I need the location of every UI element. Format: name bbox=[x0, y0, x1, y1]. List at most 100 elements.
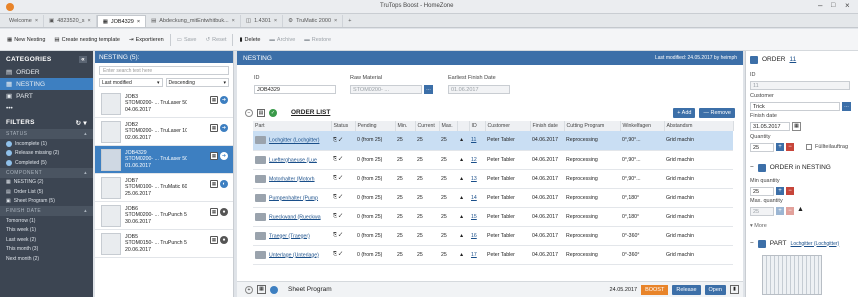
lock-icon[interactable]: ▲ bbox=[457, 150, 469, 170]
filter-incomplete[interactable]: Incomplete (1) bbox=[0, 139, 93, 149]
sidebar-item-nesting[interactable]: ▦ NESTING bbox=[0, 78, 93, 90]
filter-order-list[interactable]: ▤ Order List (5) bbox=[0, 187, 93, 197]
order-number-link[interactable]: 11 bbox=[789, 56, 796, 63]
column-header[interactable]: Status bbox=[331, 121, 356, 131]
order-id-link[interactable]: 11 bbox=[471, 137, 476, 143]
finish-date-section[interactable]: FINISH DATE ▴ bbox=[0, 206, 93, 216]
delete-button[interactable]: ▮ Delete bbox=[236, 33, 263, 47]
archive-button[interactable]: ▬ Archive bbox=[266, 33, 298, 47]
maximize-icon[interactable]: □ bbox=[831, 2, 835, 9]
table-row[interactable]: Motorhalter (Motorh ⎘ ✓ 0 (from 25) 25 25 25 ▲… bbox=[253, 169, 733, 189]
tab-abdeckung[interactable]: ▤ Abdeckung_mitEntwhitbuk... × bbox=[146, 15, 241, 27]
close-icon[interactable]: × bbox=[274, 18, 277, 24]
column-header[interactable]: Max. bbox=[439, 121, 458, 131]
decrement-button[interactable]: − bbox=[786, 143, 794, 151]
expand-icon[interactable]: + bbox=[245, 285, 253, 294]
list-item[interactable]: JOB6STOM0200- ... TruPunch 500030.06.201… bbox=[95, 202, 233, 230]
column-header[interactable]: Part bbox=[253, 121, 332, 131]
remove-button[interactable]: — Remove bbox=[699, 107, 735, 118]
column-header[interactable]: Customer bbox=[485, 121, 531, 131]
part-link[interactable]: Unterlage (Unterlage) bbox=[269, 252, 319, 258]
column-header[interactable]: Current bbox=[415, 121, 440, 131]
list-item[interactable]: JOB4329 STOM0200- ... TruLaser 5030 01.06.… bbox=[95, 146, 233, 174]
add-button[interactable]: + Add bbox=[673, 107, 696, 118]
column-header[interactable] bbox=[457, 121, 470, 131]
order-id-link[interactable]: 14 bbox=[471, 195, 477, 201]
minimize-icon[interactable]: – bbox=[818, 1, 822, 10]
column-header[interactable]: Winkelfagen bbox=[620, 121, 665, 131]
collapse-icon[interactable]: − bbox=[245, 108, 253, 117]
order-id-link[interactable]: 15 bbox=[471, 214, 477, 220]
column-header[interactable]: ID bbox=[469, 121, 486, 131]
finish-date-field[interactable]: 01.06.2017 bbox=[448, 85, 510, 94]
release-button[interactable]: Release bbox=[672, 284, 701, 295]
close-icon[interactable]: × bbox=[845, 1, 850, 10]
create-template-button[interactable]: ▤ Create nesting template bbox=[51, 33, 123, 47]
table-row[interactable]: Rueckwand (Rueckwa ⎘ ✓ 0 (from 25) 25 25 25 ▲ 1… bbox=[253, 207, 733, 227]
lock-icon[interactable]: ▲ bbox=[457, 188, 469, 208]
close-icon[interactable]: × bbox=[232, 18, 235, 24]
close-icon[interactable]: × bbox=[87, 18, 90, 24]
component-section[interactable]: COMPONENT ▴ bbox=[0, 167, 93, 178]
order-id-link[interactable]: 13 bbox=[471, 176, 477, 182]
tab-machine[interactable]: ⚙ TruMatic 2000 × bbox=[283, 15, 344, 27]
column-header[interactable]: Abstandsm bbox=[664, 121, 734, 131]
new-nesting-button[interactable]: ▦ New Nesting bbox=[4, 33, 48, 47]
status-section[interactable]: STATUS ▴ bbox=[0, 129, 93, 139]
trash-icon[interactable]: ▮ bbox=[730, 285, 739, 294]
tab-job4329[interactable]: ▦ JOB4329 × bbox=[96, 15, 147, 27]
fill-order-checkbox[interactable] bbox=[806, 144, 812, 150]
customer-lookup-button[interactable]: … bbox=[842, 102, 851, 111]
sort-direction-select[interactable]: Descending bbox=[165, 78, 229, 87]
list-item[interactable]: JOB5STOM0150- ... TruPunch 500020.06.201… bbox=[95, 230, 233, 258]
list-item[interactable]: JOB7STOM0100- ... TruMatic 6000 L...25.0… bbox=[95, 174, 233, 202]
lock-icon[interactable]: ▲ bbox=[457, 169, 469, 189]
increment-button[interactable]: + bbox=[776, 207, 784, 215]
lock-icon[interactable]: ▲ bbox=[457, 207, 469, 227]
order-id-field[interactable]: 11 bbox=[750, 81, 850, 90]
save-button[interactable]: ▭ Save bbox=[174, 33, 200, 47]
search-input[interactable]: Enter search text here bbox=[99, 66, 229, 75]
close-icon[interactable]: × bbox=[334, 18, 337, 24]
lock-icon[interactable]: ▲ bbox=[457, 245, 469, 265]
order-id-link[interactable]: 12 bbox=[471, 157, 477, 163]
part-link[interactable]: Lochgitter (Lochgitter) bbox=[791, 241, 840, 247]
more-toggle[interactable]: ▾ More bbox=[750, 223, 767, 229]
lock-icon[interactable]: ▲ bbox=[457, 226, 469, 246]
sidebar-item-part[interactable]: ▣ PART bbox=[0, 90, 93, 102]
part-link[interactable]: Rueckwand (Rueckwa bbox=[269, 214, 321, 220]
filter-completed[interactable]: Completed (5) bbox=[0, 158, 93, 168]
close-icon[interactable]: × bbox=[137, 19, 140, 25]
raw-material-lookup-button[interactable]: … bbox=[424, 85, 433, 94]
finish-date-field[interactable]: 31.05.2017 bbox=[750, 122, 790, 131]
column-header[interactable]: Cutting Program bbox=[564, 121, 621, 131]
min-quantity-stepper[interactable]: 25 bbox=[750, 187, 774, 196]
filter-this-month[interactable]: This month (3) bbox=[0, 245, 93, 255]
collapse-icon[interactable]: − bbox=[750, 240, 754, 247]
max-quantity-stepper[interactable]: 25 bbox=[750, 207, 774, 216]
order-id-link[interactable]: 16 bbox=[471, 233, 477, 239]
part-link[interactable]: Luefterghaeuse (Lue bbox=[269, 157, 317, 163]
sidebar-item-more[interactable]: ••• bbox=[0, 102, 93, 114]
filter-tomorrow[interactable]: Tomorrow (1) bbox=[0, 216, 93, 226]
sort-by-select[interactable]: Last modified bbox=[99, 78, 163, 87]
list-item[interactable]: JOB3 STOM0200- ... TruLaser 5030 04.06.201… bbox=[95, 90, 233, 118]
table-row[interactable]: Luefterghaeuse (Lue ⎘ ✓ 0 (from 25) 25 25 25 ▲… bbox=[253, 150, 733, 170]
id-field[interactable]: JOB4329 bbox=[254, 85, 336, 94]
tab-material[interactable]: ◫ 1.4301 × bbox=[241, 15, 284, 27]
filter-nesting[interactable]: ▦ NESTING (2) bbox=[0, 178, 93, 188]
column-header[interactable]: Finish date bbox=[530, 121, 565, 131]
tab-welcome[interactable]: Welcome × bbox=[4, 15, 45, 27]
reset-button[interactable]: ↺ Reset bbox=[203, 33, 230, 47]
decrement-button[interactable]: − bbox=[786, 187, 794, 195]
increment-button[interactable]: + bbox=[776, 143, 784, 151]
table-row[interactable]: Pumpenhalter (Pump ⎘ ✓ 0 (from 25) 25 25 25 ▲ 1… bbox=[253, 188, 733, 208]
filter-actions-icon[interactable]: ↻ ▾ bbox=[76, 119, 87, 127]
sidebar-item-order[interactable]: ▤ ORDER bbox=[0, 66, 93, 78]
table-row[interactable]: Unterlage (Unterlage) ⎘ ✓ 0 (from 25) 25 25 2… bbox=[253, 245, 733, 265]
filter-next-month[interactable]: Next month (2) bbox=[0, 254, 93, 264]
increment-button[interactable]: + bbox=[776, 187, 784, 195]
collapse-icon[interactable]: − bbox=[750, 164, 754, 171]
raw-material-field[interactable]: STOM0200- ... bbox=[350, 85, 422, 94]
new-tab-button[interactable]: + bbox=[343, 15, 356, 27]
